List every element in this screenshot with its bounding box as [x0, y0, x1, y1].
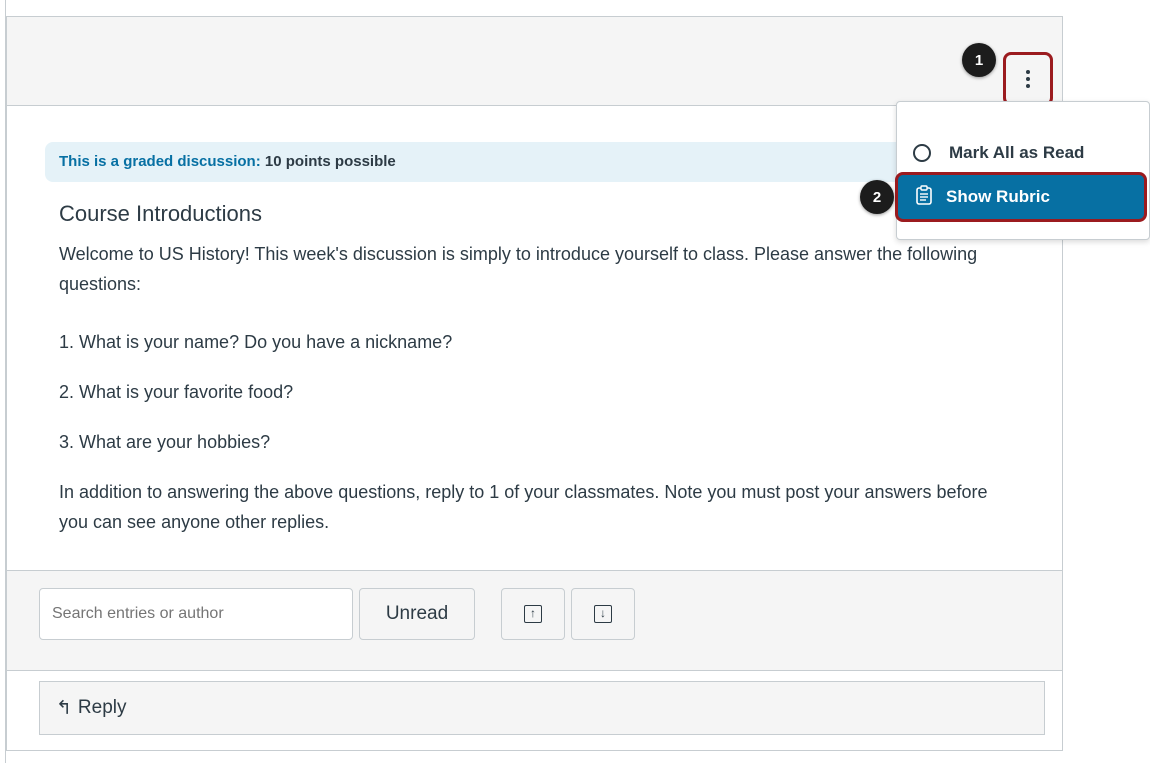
- graded-discussion-banner: This is a graded discussion: 10 points p…: [45, 142, 925, 182]
- collapse-button[interactable]: ↓: [571, 588, 635, 640]
- menu-item-label: Show Rubric: [946, 187, 1050, 206]
- options-dropdown-menu: Mark All as Read Show Rubric: [895, 101, 1150, 240]
- points-possible: 10 points possible: [264, 153, 396, 170]
- discussion-title: Course Introductions: [59, 201, 262, 226]
- kebab-icon: [1026, 70, 1030, 74]
- unread-button[interactable]: Unread: [359, 588, 475, 640]
- clipboard-icon: [916, 184, 932, 210]
- circle-icon: [913, 144, 931, 162]
- discussion-paragraph: Welcome to US History! This week's discu…: [59, 244, 978, 294]
- discussion-paragraph: 1. What is your name? Do you have a nick…: [59, 332, 453, 352]
- reply-button[interactable]: ↰ Reply: [39, 681, 1045, 735]
- reply-label: Reply: [77, 697, 127, 718]
- callout-badge-1: 1: [962, 43, 996, 77]
- discussion-paragraph: In addition to answering the above quest…: [59, 482, 988, 532]
- expand-button[interactable]: ↑: [501, 588, 565, 640]
- discussion-paragraph: 3. What are your hobbies?: [59, 432, 271, 452]
- arrow-up-icon: ↑: [524, 605, 542, 623]
- discussion-toolbar: Unread ↑ ↓: [7, 570, 1062, 671]
- discussion-paragraph: 2. What is your favorite food?: [59, 382, 294, 402]
- search-input[interactable]: [39, 588, 353, 640]
- discussion-header-bar: [7, 17, 1062, 106]
- reply-arrow-icon: ↰: [56, 697, 72, 719]
- options-menu-button[interactable]: [1003, 52, 1053, 106]
- mark-all-read-item[interactable]: Mark All as Read: [897, 131, 1149, 175]
- arrow-down-icon: ↓: [594, 605, 612, 623]
- show-rubric-item[interactable]: Show Rubric: [895, 172, 1147, 222]
- menu-item-label: Mark All as Read: [949, 143, 1085, 162]
- callout-badge-2: 2: [860, 180, 894, 214]
- graded-lead: This is a graded discussion:: [59, 153, 261, 170]
